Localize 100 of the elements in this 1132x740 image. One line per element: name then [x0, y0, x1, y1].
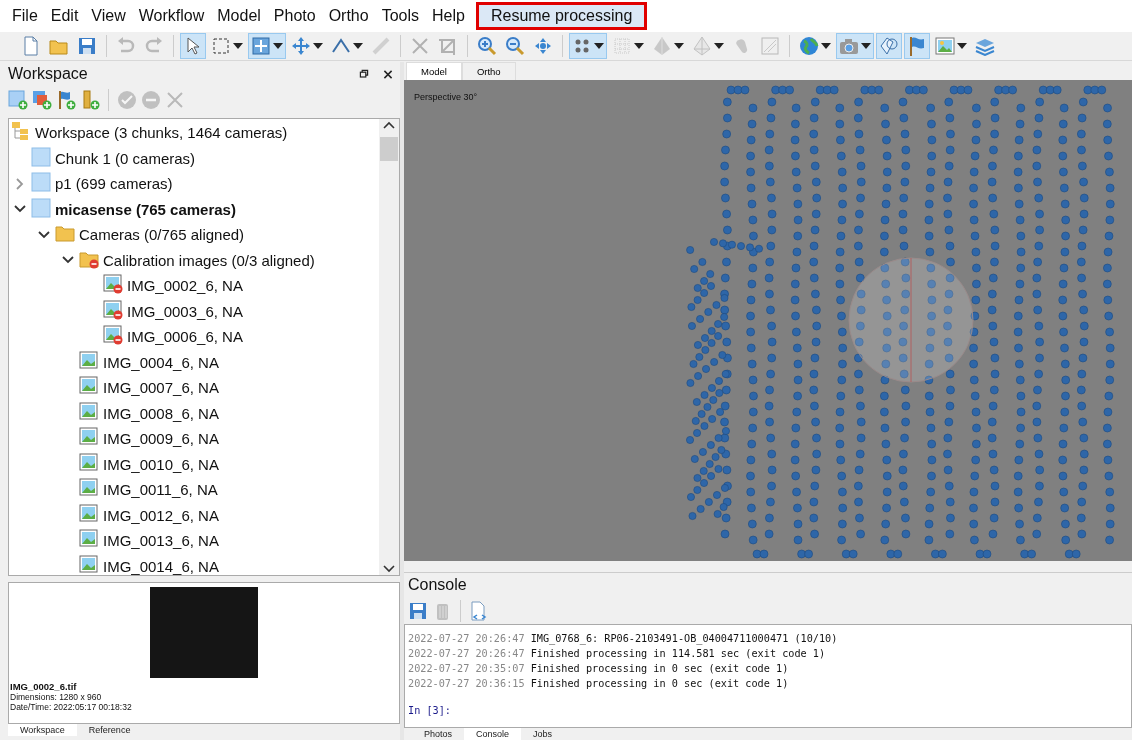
check-icon	[117, 90, 137, 110]
tree-item[interactable]: p1 (699 cameras)	[55, 175, 173, 193]
panel-tab[interactable]: Console	[464, 728, 522, 740]
scrollbar[interactable]	[379, 119, 399, 575]
chunk-icon	[31, 197, 51, 218]
shapes-button[interactable]	[876, 33, 902, 59]
chevron-right-icon[interactable]	[14, 177, 26, 190]
add-scalebar-icon	[80, 90, 100, 110]
chunk-icon	[31, 146, 51, 167]
pyramid-icon	[652, 36, 672, 56]
zoom-out-icon	[505, 36, 525, 56]
menu-item[interactable]: Help	[426, 7, 471, 25]
image-icon	[79, 503, 99, 524]
add-marker-icon	[56, 90, 76, 110]
console-prompt[interactable]: In [3]:	[408, 703, 1131, 719]
view-tab[interactable]: Ortho	[461, 62, 516, 80]
caret-icon	[714, 43, 724, 49]
tree-item[interactable]: IMG_0013_6, NA	[103, 532, 219, 550]
log-line: 2022-07-27 20:26:47 Finished processing in 114.581 sec (exit code 1)	[408, 647, 827, 662]
script-document-icon	[469, 600, 489, 621]
image-icon	[79, 401, 99, 422]
view-tab[interactable]: Model	[406, 62, 462, 80]
tree-item[interactable]: IMG_0007_6, NA	[103, 379, 219, 397]
disabled-image-icon	[103, 325, 123, 346]
texture-icon	[760, 36, 780, 56]
panel-tab[interactable]: Workspace	[8, 724, 77, 736]
flag-icon	[907, 36, 927, 56]
camera-icon	[839, 36, 859, 56]
zoom-in-icon	[477, 36, 497, 56]
camera-button[interactable]	[836, 33, 874, 59]
save-icon	[77, 36, 97, 56]
tree-item[interactable]: IMG_0011_6, NA	[103, 481, 218, 499]
log-line: 2022-07-27 20:36:15 Finished processing in 0 sec (exit code 1)	[408, 677, 790, 692]
tree-item[interactable]: Cameras (0/765 aligned)	[79, 226, 245, 244]
file-name: IMG_0002_6.tif	[9, 682, 78, 692]
tree-item[interactable]: Workspace (3 chunks, 1464 cameras)	[35, 124, 288, 142]
script-document-button[interactable]	[469, 600, 489, 621]
tree-item[interactable]: micasense (765 cameras)	[55, 200, 236, 218]
move-box-icon	[251, 36, 271, 56]
add-photos-button[interactable]	[32, 90, 52, 110]
chevron-down-icon[interactable]	[38, 228, 50, 241]
add-marker-button[interactable]	[56, 90, 76, 110]
cross-icon	[410, 36, 430, 56]
restore-icon	[358, 67, 370, 81]
save-button[interactable]	[408, 600, 428, 621]
tree-item[interactable]: IMG_0010_6, NA	[103, 455, 219, 473]
chunk-icon	[31, 172, 51, 193]
tree-item[interactable]: IMG_0014_6, NA	[103, 557, 219, 575]
flag-button[interactable]	[904, 33, 930, 59]
save-icon	[408, 600, 428, 621]
layers-icon	[975, 36, 995, 56]
model-viewport[interactable]: Perspective 30°	[404, 79, 1132, 561]
resume-processing-button[interactable]: Resume processing	[475, 2, 648, 30]
scroll-thumb[interactable]	[380, 137, 398, 161]
folder-icon	[55, 223, 75, 244]
image-icon	[79, 350, 99, 371]
picture-icon	[935, 36, 955, 56]
crop-icon	[438, 36, 458, 56]
log-line: 2022-07-27 20:26:47 IMG_0768_6: RP06-2103491-OB_04004711000471 (10/10)	[408, 632, 839, 647]
menu-item[interactable]: Tools	[375, 7, 425, 25]
panel-title: Workspace	[8, 65, 89, 83]
add-scalebar-button[interactable]	[80, 90, 100, 110]
tree-item[interactable]: IMG_0012_6, NA	[103, 506, 219, 524]
caret-icon	[273, 43, 283, 49]
image-date: Date/Time: 2022:05:17 00:18:32	[9, 702, 133, 712]
move-box-button[interactable]	[248, 33, 286, 59]
ruler-icon	[371, 36, 391, 56]
image-icon	[79, 427, 99, 448]
document-icon	[21, 36, 41, 56]
image-icon	[79, 529, 99, 550]
menu-item[interactable]: Photo	[267, 7, 322, 25]
log-line: 2022-07-27 20:35:07 Finished processing in 0 sec (exit code 1)	[408, 662, 790, 677]
tree-item[interactable]: IMG_0004_6, NA	[103, 353, 219, 371]
arrows-icon	[533, 36, 553, 56]
tree-item[interactable]: IMG_0008_6, NA	[103, 404, 219, 422]
menu-item[interactable]: Edit	[44, 7, 85, 25]
minus-icon	[141, 90, 161, 110]
add-chunk-button[interactable]	[8, 90, 28, 110]
dashed-rectangle-icon	[211, 36, 231, 56]
grid-icon	[612, 36, 632, 56]
disabled-image-icon	[103, 299, 123, 320]
caret-icon	[313, 43, 323, 49]
caret-icon	[957, 43, 967, 49]
menu-item[interactable]: Workflow	[132, 7, 211, 25]
dots-button[interactable]	[569, 33, 607, 59]
menu-item[interactable]: File	[6, 7, 44, 25]
menu-item[interactable]: Ortho	[322, 7, 375, 25]
caret-icon	[634, 43, 644, 49]
cursor-button[interactable]	[180, 33, 206, 59]
menu-item[interactable]: View	[85, 7, 132, 25]
image-icon	[79, 452, 99, 473]
caret-icon	[861, 43, 871, 49]
tree-item[interactable]: Chunk 1 (0 cameras)	[55, 149, 196, 167]
menu-item[interactable]: Model	[211, 7, 267, 25]
image-dimensions: Dimensions: 1280 x 960	[9, 692, 103, 702]
cross-icon	[165, 90, 185, 110]
caret-icon	[353, 43, 363, 49]
shapes-icon	[879, 36, 899, 56]
disabled-image-icon	[103, 274, 123, 295]
tree-item[interactable]: IMG_0009_6, NA	[103, 430, 219, 448]
